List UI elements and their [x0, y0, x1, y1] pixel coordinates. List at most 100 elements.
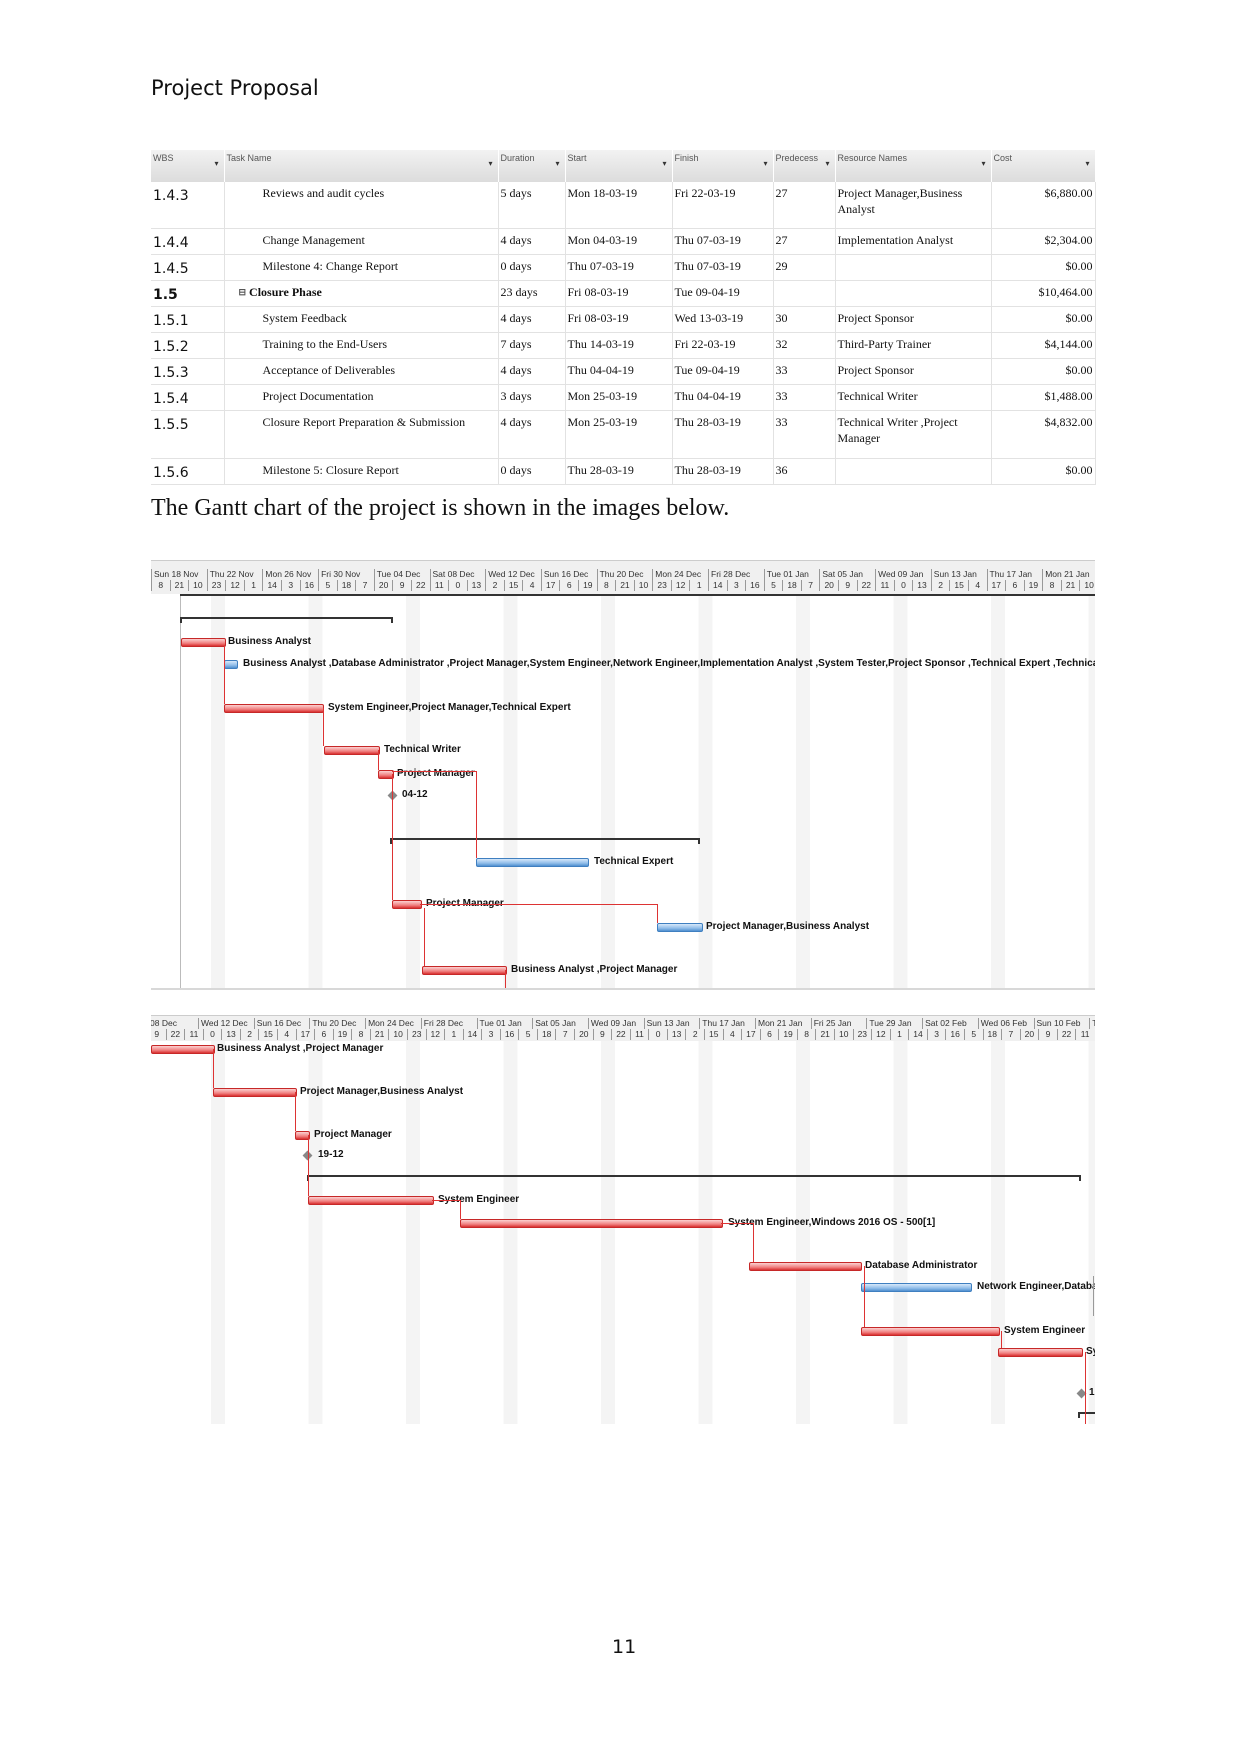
- summary-bar: [390, 838, 700, 844]
- table-row[interactable]: 1.5 ⊟ Closure Phase 23 days Fri 08-03-19 Tue …: [151, 280, 1096, 307]
- table-row[interactable]: 1.5.5 Closure Report Preparation & Submis…: [151, 410, 1096, 459]
- column-header[interactable]: Start ▾: [565, 150, 673, 182]
- dependency-link: [432, 1200, 460, 1201]
- task-bar[interactable]: [861, 1327, 1000, 1336]
- task-bar[interactable]: [224, 660, 238, 669]
- cost-text: $1,488.00: [1044, 388, 1093, 403]
- task-bar[interactable]: [224, 704, 324, 713]
- timescale-label: 23: [206, 580, 226, 591]
- collapse-icon[interactable]: ⊟: [239, 287, 247, 297]
- task-bar[interactable]: [308, 1196, 434, 1205]
- duration-text: 4 days: [500, 362, 532, 377]
- task-bar[interactable]: [392, 900, 422, 909]
- duration-text: 0 days: [500, 258, 532, 273]
- pred-text: 27: [775, 232, 788, 247]
- timescale-label: 7: [355, 580, 374, 591]
- cell-finish: Wed 13-03-19: [672, 306, 774, 333]
- task-bar[interactable]: [213, 1088, 297, 1097]
- column-header[interactable]: Cost ▾: [991, 150, 1096, 182]
- timescale-label: 7: [555, 1029, 574, 1040]
- table-body: 1.4.3 Reviews and audit cycles 5 days Mon 1…: [151, 182, 1096, 485]
- timescale-label: 20: [1019, 1029, 1039, 1040]
- resources-text: Technical Writer: [837, 388, 918, 403]
- timescale-label: 0: [893, 580, 913, 591]
- table-row[interactable]: 1.5.1 System Feedback 4 days Fri 08-03-19 We…: [151, 306, 1096, 333]
- timescale-label: 17: [986, 580, 1006, 591]
- task-bar[interactable]: [151, 1045, 215, 1054]
- start-text: Thu 04-04-19: [567, 362, 634, 377]
- task-bar[interactable]: [181, 638, 226, 647]
- resource-label: Technical Writer: [384, 744, 461, 755]
- cell-task: Closure Report Preparation & Submission: [224, 410, 499, 459]
- column-header[interactable]: Duration ▾: [498, 150, 566, 182]
- resource-label: System Engineer: [1086, 1346, 1095, 1357]
- column-header[interactable]: Predecess ▾: [773, 150, 836, 182]
- timescale-label: 17: [741, 1029, 760, 1040]
- task-bar[interactable]: [749, 1262, 862, 1271]
- timescale-label: 16: [499, 1029, 519, 1040]
- filter-dropdown-icon[interactable]: ▾: [662, 159, 666, 168]
- table-row[interactable]: 1.4.5 Milestone 4: Change Report 0 days Thu…: [151, 254, 1096, 281]
- column-header-label: Cost: [993, 153, 1013, 163]
- table-row[interactable]: 1.5.6 Milestone 5: Closure Report 0 days Th…: [151, 458, 1096, 485]
- task-text: Milestone 4: Change Report: [262, 258, 399, 273]
- filter-dropdown-icon[interactable]: ▾: [1085, 159, 1089, 168]
- timescale-label: 12: [425, 1029, 445, 1040]
- timescale-label: Sat 02 Feb: [922, 1018, 978, 1029]
- timescale-label: 0: [448, 580, 467, 591]
- timescale-label: Thu 20 Dec: [596, 569, 653, 580]
- column-header[interactable]: WBS ▾: [151, 150, 225, 182]
- task-bar[interactable]: [460, 1219, 723, 1228]
- milestone-label: 19-12: [318, 1149, 344, 1160]
- cell-cost: $0.00: [991, 458, 1096, 485]
- table-row[interactable]: 1.5.2 Training to the End-Users 7 days Thu …: [151, 332, 1096, 359]
- table-row[interactable]: 1.4.3 Reviews and audit cycles 5 days Mon 1…: [151, 182, 1096, 229]
- cell-pred: 27: [773, 182, 836, 229]
- dependency-link: [460, 1200, 461, 1219]
- cell-resources: Technical Writer ,Project Manager: [835, 410, 992, 459]
- task-bar[interactable]: [324, 746, 380, 755]
- task-bar[interactable]: [422, 966, 507, 975]
- cell-duration: 0 days: [498, 458, 566, 485]
- filter-dropdown-icon[interactable]: ▾: [214, 159, 218, 168]
- timescale-label: Fri 28 Dec: [708, 569, 764, 580]
- finish-text: Thu 04-04-19: [674, 388, 741, 403]
- table-row[interactable]: 1.5.3 Acceptance of Deliverables 4 days Thu…: [151, 358, 1096, 385]
- task-bar[interactable]: [657, 923, 703, 932]
- timescale: Sun 18 Nov Thu 22 Nov Mon 26 Nov Fri 30 Nov…: [151, 561, 1095, 594]
- timescale-label: 22: [856, 580, 876, 591]
- timescale-label: 11: [429, 580, 449, 591]
- task-bar[interactable]: [861, 1283, 972, 1292]
- filter-dropdown-icon[interactable]: ▾: [488, 159, 492, 168]
- cell-resources: Project Sponsor: [835, 358, 992, 385]
- table-row[interactable]: 1.5.4 Project Documentation 3 days Mon 25-0…: [151, 384, 1096, 411]
- task-text: Reviews and audit cycles: [262, 186, 385, 200]
- pred-text: 33: [775, 362, 788, 377]
- task-bar[interactable]: [476, 858, 589, 867]
- task-bar[interactable]: [998, 1348, 1083, 1357]
- timescale-label: 10: [633, 580, 653, 591]
- table-row[interactable]: 1.4.4 Change Management 4 days Mon 04-03-19…: [151, 228, 1096, 255]
- filter-dropdown-icon[interactable]: ▾: [555, 159, 559, 168]
- timescale-label: Wed 12 Dec: [485, 569, 541, 580]
- timescale-label: 5: [963, 1029, 983, 1040]
- timescale-label: 6: [314, 1029, 333, 1040]
- filter-dropdown-icon[interactable]: ▾: [981, 159, 985, 168]
- wbs-text: 1.5.4: [153, 390, 189, 407]
- filter-dropdown-icon[interactable]: ▾: [763, 159, 767, 168]
- column-header[interactable]: Finish ▾: [672, 150, 774, 182]
- milestone-label: 1: [1089, 1387, 1095, 1398]
- resource-label: System Engineer: [1004, 1325, 1086, 1336]
- dependency-link: [213, 1049, 214, 1088]
- finish-text: Thu 28-03-19: [674, 462, 741, 477]
- resource-label: Project Manager,Business Analyst: [706, 921, 870, 932]
- column-header[interactable]: Resource Names ▾: [835, 150, 992, 182]
- column-header[interactable]: Task Name ▾: [224, 150, 499, 182]
- resources-text: Project Sponsor: [837, 310, 914, 325]
- filter-dropdown-icon[interactable]: ▾: [825, 159, 829, 168]
- timescale-label: Fri 30 Nov: [318, 569, 374, 580]
- cell-pred: 33: [773, 410, 836, 459]
- timescale-label: 17: [295, 1029, 315, 1040]
- pred-text: 29: [775, 258, 788, 273]
- cell-duration: 4 days: [498, 306, 566, 333]
